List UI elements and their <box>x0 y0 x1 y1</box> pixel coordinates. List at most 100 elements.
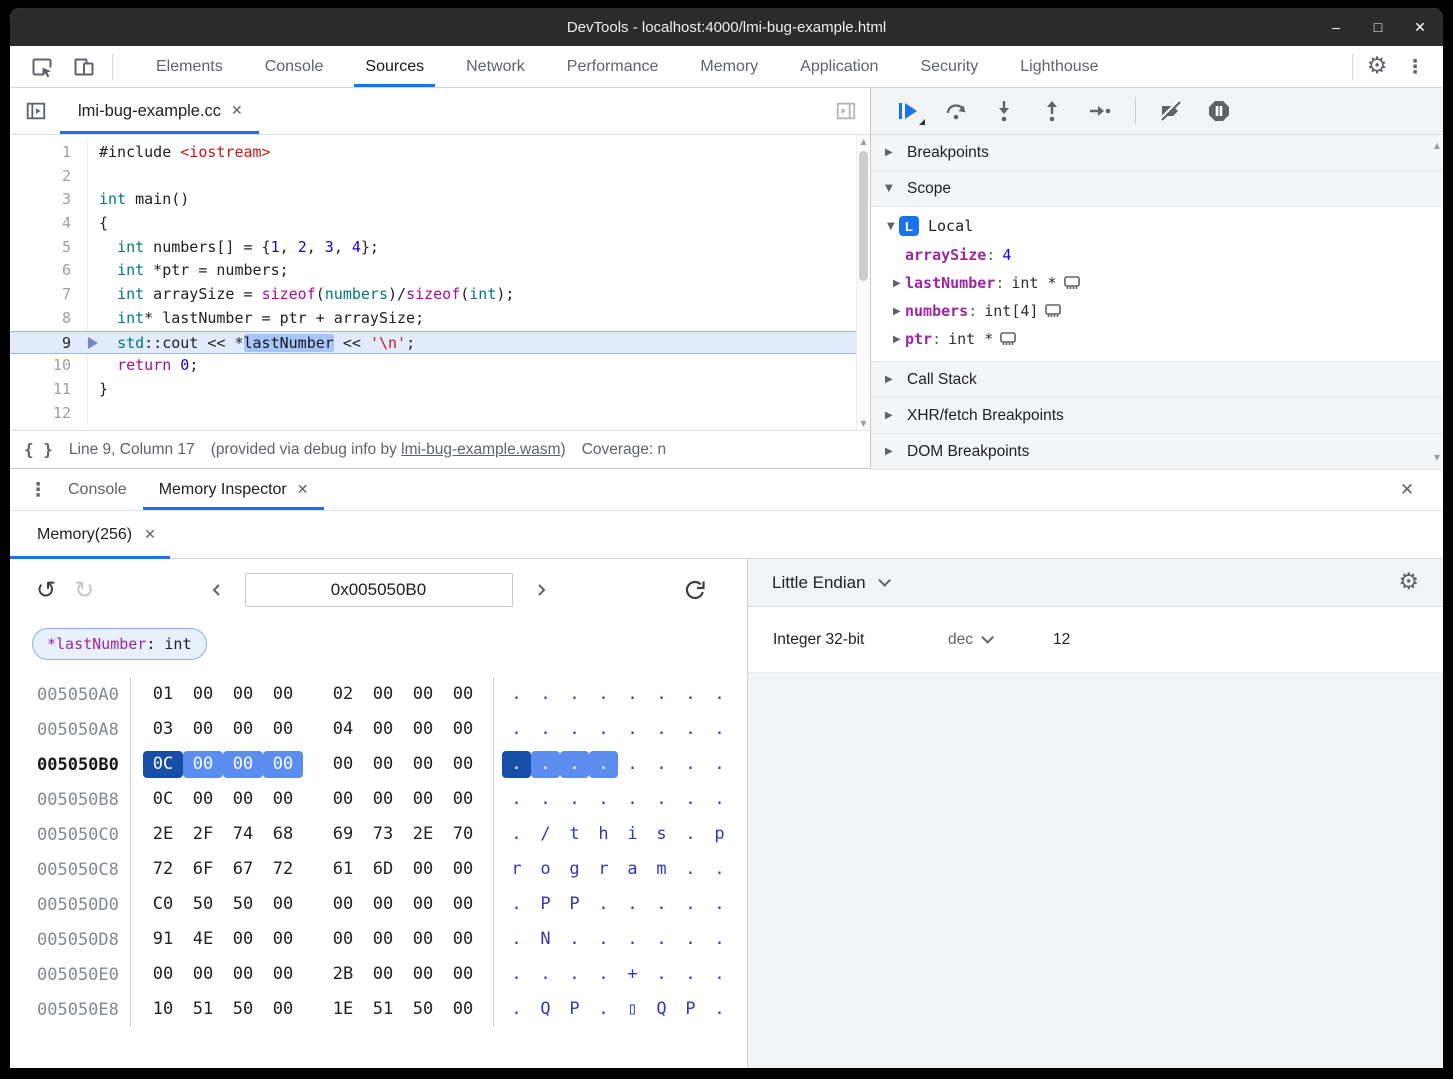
hex-byte[interactable]: 2E <box>403 821 443 848</box>
sidebar-scrollbar[interactable]: ▲ ▼ <box>1428 135 1443 468</box>
file-tab[interactable]: lmi-bug-example.cc ✕ <box>60 88 259 134</box>
hex-byte[interactable]: 00 <box>323 751 363 778</box>
code-editor[interactable]: 1#include <iostream>23int main()4{5 int … <box>10 135 870 430</box>
hex-byte[interactable]: 00 <box>443 856 483 883</box>
ascii-char[interactable]: . <box>647 891 676 918</box>
wasm-file-link[interactable]: lmi-bug-example.wasm <box>401 441 560 458</box>
hex-byte[interactable]: 50 <box>223 891 263 918</box>
hex-byte[interactable]: 00 <box>403 751 443 778</box>
hex-byte[interactable]: 4E <box>183 926 223 953</box>
hex-byte[interactable]: 00 <box>363 961 403 988</box>
deactivate-breakpoints-button[interactable] <box>1158 98 1184 124</box>
line-number[interactable]: 8 <box>10 307 88 331</box>
collapsed-caret-icon[interactable]: ▶ <box>893 334 905 345</box>
section-dom-breakpoints[interactable]: ▶DOM Breakpoints <box>871 434 1443 470</box>
tab-lighthouse[interactable]: Lighthouse <box>999 46 1119 87</box>
hex-byte[interactable]: 00 <box>183 961 223 988</box>
hex-byte[interactable]: 2B <box>323 961 363 988</box>
settings-gear-icon[interactable]: ⚙ <box>1363 53 1391 81</box>
ascii-char[interactable]: r <box>589 856 618 883</box>
memory-buffer-tab[interactable]: Memory(256) ✕ <box>10 511 170 558</box>
ascii-char[interactable]: . <box>589 891 618 918</box>
hex-byte[interactable]: 72 <box>143 856 183 883</box>
ascii-char[interactable]: . <box>705 681 734 708</box>
hex-byte[interactable]: 00 <box>263 996 303 1023</box>
ascii-char[interactable]: . <box>560 681 589 708</box>
scope-variable-ptr[interactable]: ▶ptr: int * <box>871 325 1443 353</box>
ascii-char[interactable]: . <box>618 926 647 953</box>
ascii-char[interactable]: P <box>560 891 589 918</box>
ascii-char[interactable]: . <box>676 786 705 813</box>
hex-byte[interactable]: 00 <box>263 751 303 778</box>
ascii-char[interactable]: . <box>676 681 705 708</box>
scroll-up-icon[interactable]: ▲ <box>857 137 870 146</box>
ascii-char[interactable]: t <box>560 821 589 848</box>
step-button[interactable] <box>1087 98 1113 124</box>
ascii-char[interactable]: i <box>618 821 647 848</box>
ascii-char[interactable]: . <box>647 961 676 988</box>
ascii-char[interactable]: . <box>560 961 589 988</box>
hex-byte[interactable]: 00 <box>403 891 443 918</box>
endianness-select[interactable]: Little Endian <box>772 573 866 593</box>
file-tab-close-icon[interactable]: ✕ <box>231 103 243 119</box>
scope-variable-lastnumber[interactable]: ▶lastNumber: int * <box>871 269 1443 297</box>
scroll-down-icon[interactable]: ▼ <box>857 419 870 428</box>
hex-byte[interactable]: 6F <box>183 856 223 883</box>
hex-byte[interactable]: 00 <box>363 786 403 813</box>
drawer-tab-memory-inspector[interactable]: Memory Inspector ✕ <box>143 469 325 510</box>
open-memory-inspector-icon[interactable] <box>999 331 1017 347</box>
hex-byte[interactable]: 00 <box>183 681 223 708</box>
hex-byte[interactable]: 72 <box>263 856 303 883</box>
hex-byte[interactable]: 00 <box>263 681 303 708</box>
ascii-char[interactable]: . <box>618 681 647 708</box>
scope-variable-arraysize[interactable]: arraySize: 4 <box>871 241 1443 269</box>
hex-dump-grid[interactable]: 005050A00100000002000000........005050A8… <box>10 677 747 1027</box>
ascii-char[interactable]: . <box>502 996 531 1023</box>
hex-byte[interactable]: 69 <box>323 821 363 848</box>
ascii-char[interactable]: . <box>502 891 531 918</box>
hex-byte[interactable]: 00 <box>223 961 263 988</box>
hex-byte[interactable]: 73 <box>363 821 403 848</box>
hex-byte[interactable]: 00 <box>223 751 263 778</box>
hex-byte[interactable]: 02 <box>323 681 363 708</box>
ascii-char[interactable]: . <box>502 961 531 988</box>
hex-byte[interactable]: C0 <box>143 891 183 918</box>
ascii-char[interactable]: m <box>647 856 676 883</box>
step-out-button[interactable] <box>1039 98 1065 124</box>
tab-network[interactable]: Network <box>445 46 546 87</box>
hex-byte[interactable]: 61 <box>323 856 363 883</box>
line-number[interactable]: 10 <box>10 354 88 378</box>
ascii-char[interactable]: . <box>705 961 734 988</box>
history-forward-icon[interactable]: ↻ <box>74 576 94 604</box>
ascii-char[interactable]: / <box>531 821 560 848</box>
hide-debugger-pane-icon[interactable] <box>832 97 860 125</box>
hex-byte[interactable]: 0C <box>143 786 183 813</box>
ascii-char[interactable]: N <box>531 926 560 953</box>
overflow-menu-icon[interactable]: ⋮ <box>1401 53 1429 81</box>
ascii-char[interactable]: . <box>705 926 734 953</box>
minimize-button[interactable]: – <box>1327 19 1345 35</box>
ascii-char[interactable]: . <box>705 891 734 918</box>
hex-byte[interactable]: 00 <box>183 716 223 743</box>
hex-byte[interactable]: 74 <box>223 821 263 848</box>
hex-byte[interactable]: 68 <box>263 821 303 848</box>
tab-memory[interactable]: Memory <box>679 46 779 87</box>
scroll-up-icon[interactable]: ▲ <box>1434 141 1440 150</box>
ascii-char[interactable]: . <box>589 751 618 778</box>
ascii-char[interactable]: . <box>589 786 618 813</box>
hex-byte[interactable]: 00 <box>443 926 483 953</box>
hex-byte[interactable]: 70 <box>443 821 483 848</box>
ascii-char[interactable]: g <box>560 856 589 883</box>
scope-local-row[interactable]: ▼LLocal <box>871 211 1443 241</box>
hex-byte[interactable]: 00 <box>443 961 483 988</box>
ascii-char[interactable]: Q <box>531 996 560 1023</box>
drawer-close-icon[interactable]: ✕ <box>1393 476 1421 504</box>
hex-byte[interactable]: 00 <box>403 681 443 708</box>
hex-byte[interactable]: 00 <box>263 786 303 813</box>
ascii-char[interactable]: . <box>705 751 734 778</box>
hex-byte[interactable]: 00 <box>363 681 403 708</box>
hex-byte[interactable]: 00 <box>363 891 403 918</box>
hex-byte[interactable]: 00 <box>403 961 443 988</box>
ascii-char[interactable]: o <box>531 856 560 883</box>
hex-byte[interactable]: 00 <box>323 891 363 918</box>
